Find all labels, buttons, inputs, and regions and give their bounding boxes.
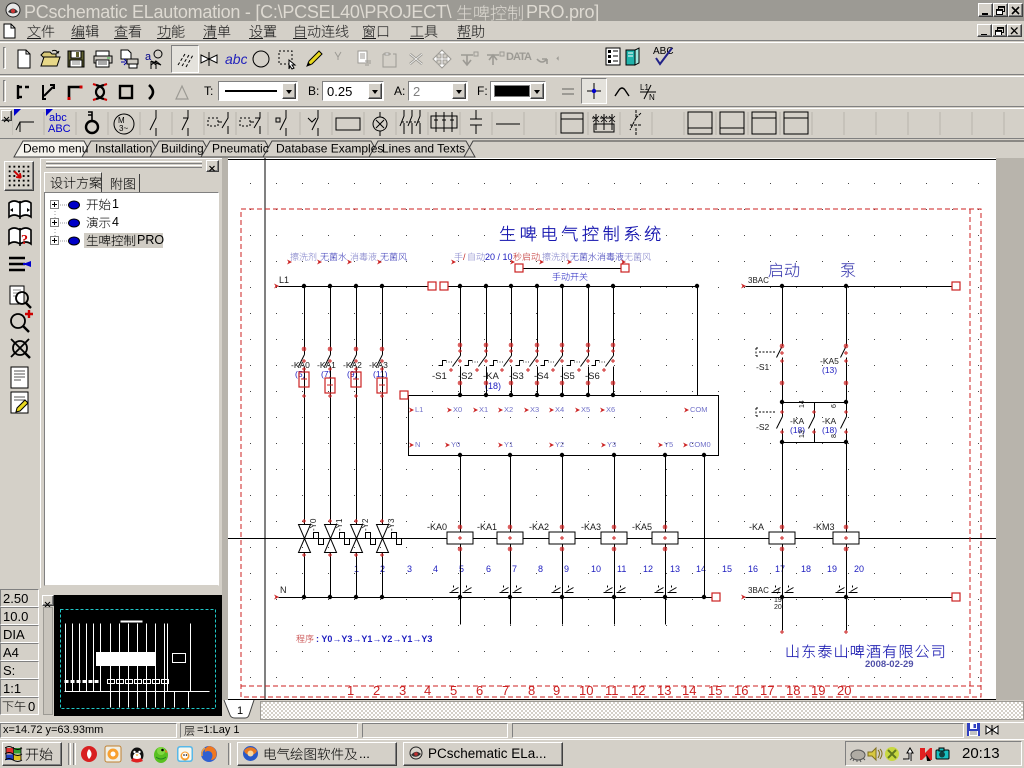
svg-text:14: 14 — [799, 400, 806, 408]
svg-text:3~: 3~ — [119, 124, 128, 133]
svg-text:16: 16 — [734, 683, 748, 698]
svg-text:Demo menu: Demo menu — [23, 142, 88, 156]
svg-text:-KA: -KA — [749, 522, 764, 532]
svg-text:18: 18 — [801, 564, 811, 574]
svg-text:X5: X5 — [581, 405, 590, 414]
svg-text:L1: L1 — [279, 275, 289, 285]
svg-text:17: 17 — [775, 564, 785, 574]
svg-text:15: 15 — [708, 683, 722, 698]
svg-text:9: 9 — [553, 683, 560, 698]
svg-text:-KA5: -KA5 — [632, 522, 652, 532]
svg-text:Y2: Y2 — [555, 440, 564, 449]
svg-text:3BAC: 3BAC — [748, 586, 769, 595]
svg-text:20: 20 — [854, 564, 864, 574]
svg-text:5: 5 — [450, 683, 457, 698]
svg-text:Y3: Y3 — [607, 440, 616, 449]
svg-text:12: 12 — [631, 683, 645, 698]
svg-text:6: 6 — [476, 683, 483, 698]
svg-text:COM0: COM0 — [689, 440, 711, 449]
svg-text:-KA2: -KA2 — [529, 522, 549, 532]
svg-text:N: N — [280, 585, 287, 595]
svg-text:3: 3 — [407, 564, 412, 574]
svg-text:Y0: Y0 — [451, 440, 460, 449]
svg-text:X2: X2 — [504, 405, 513, 414]
svg-text:X3: X3 — [530, 405, 539, 414]
svg-text:-KA0: -KA0 — [427, 522, 447, 532]
svg-text:-KA3: -KA3 — [581, 522, 601, 532]
svg-text:4: 4 — [424, 683, 431, 698]
svg-text:13: 13 — [670, 564, 680, 574]
svg-text:17: 17 — [760, 683, 774, 698]
svg-text:1: 1 — [237, 705, 243, 717]
svg-text:ABC: ABC — [48, 123, 71, 135]
svg-text:L1: L1 — [415, 405, 423, 414]
svg-text:19: 19 — [811, 683, 825, 698]
svg-text:20: 20 — [837, 683, 851, 698]
svg-text:3: 3 — [399, 683, 406, 698]
svg-text:20 / 10: 20 / 10 — [485, 252, 513, 262]
svg-text:N: N — [649, 93, 655, 102]
svg-text:: Y0→Y3→Y1→Y2→Y1→Y3: : Y0→Y3→Y1→Y2→Y1→Y3 — [316, 634, 432, 644]
svg-text:Y1: Y1 — [504, 440, 513, 449]
svg-text:?: ? — [21, 233, 28, 248]
svg-text:7: 7 — [512, 564, 517, 574]
svg-text:N: N — [415, 440, 420, 449]
svg-text:6: 6 — [486, 564, 491, 574]
svg-text:19: 19 — [827, 564, 837, 574]
svg-text:8: 8 — [538, 564, 543, 574]
svg-text:12: 12 — [643, 564, 653, 574]
svg-text:13: 13 — [799, 430, 806, 438]
svg-text:10: 10 — [579, 683, 593, 698]
svg-text:2: 2 — [373, 683, 380, 698]
svg-text:Building: Building — [161, 142, 204, 156]
svg-text:(13): (13) — [822, 365, 837, 375]
svg-text:14: 14 — [682, 683, 696, 698]
svg-text:10: 10 — [591, 564, 601, 574]
svg-text:16: 16 — [748, 564, 758, 574]
svg-text:8: 8 — [528, 683, 535, 698]
svg-text:-KM3: -KM3 — [813, 522, 835, 532]
svg-text:13: 13 — [657, 683, 671, 698]
svg-text:-KA1: -KA1 — [477, 522, 497, 532]
svg-text:20: 20 — [774, 604, 782, 611]
svg-text:6: 6 — [831, 404, 838, 408]
svg-text:18: 18 — [786, 683, 800, 698]
svg-text:(18): (18) — [485, 381, 501, 391]
svg-text:Pneumatic: Pneumatic — [212, 142, 269, 156]
svg-text:-S4: -S4 — [534, 371, 549, 382]
svg-text:COM: COM — [690, 405, 708, 414]
svg-text:Database Examples: Database Examples — [276, 142, 383, 156]
svg-text:11: 11 — [617, 564, 626, 574]
svg-text:-S2: -S2 — [756, 422, 770, 432]
svg-text:7: 7 — [502, 683, 509, 698]
svg-text:X6: X6 — [606, 405, 615, 414]
svg-text:9: 9 — [564, 564, 569, 574]
svg-text:X0: X0 — [453, 405, 462, 414]
svg-text:-S1: -S1 — [432, 371, 447, 382]
svg-text:Y5: Y5 — [664, 440, 673, 449]
svg-text:2008-02-29: 2008-02-29 — [865, 659, 914, 670]
svg-text:X4: X4 — [555, 405, 564, 414]
svg-text:X1: X1 — [479, 405, 488, 414]
svg-text:4: 4 — [433, 564, 438, 574]
svg-text:11: 11 — [605, 683, 619, 698]
svg-text:Installation: Installation — [95, 142, 152, 156]
svg-text:(18): (18) — [822, 425, 837, 435]
svg-text:abc: abc — [225, 51, 247, 67]
svg-text:15: 15 — [722, 564, 732, 574]
svg-text:3BAC: 3BAC — [748, 276, 769, 285]
svg-text:8: 8 — [831, 434, 838, 438]
svg-text:-S6: -S6 — [585, 371, 600, 382]
svg-text:5: 5 — [459, 564, 464, 574]
svg-text:Lines and Texts: Lines and Texts — [382, 142, 465, 156]
svg-text:-S1: -S1 — [756, 362, 770, 372]
svg-text:1: 1 — [347, 683, 354, 698]
